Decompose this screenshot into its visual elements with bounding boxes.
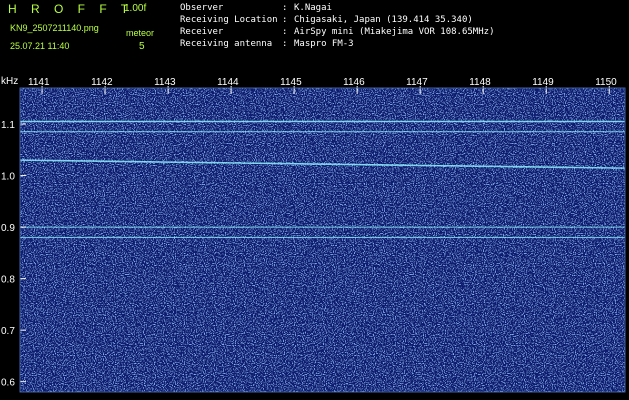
meteor-count: 5 <box>139 41 145 52</box>
location-value: Chigasaki, Japan (139.414 35.340) <box>294 15 473 25</box>
app-version: 1.00f <box>124 3 147 14</box>
timestamp: 25.07.21 11:40 <box>10 41 70 51</box>
receiver-label: Receiver <box>180 27 224 37</box>
meteor-label: meteor <box>126 28 155 38</box>
y-tick-label: 0.9 <box>1 223 15 234</box>
spectrogram-background <box>20 88 625 392</box>
spectrogram-chart: 1141 1142 1143 1144 1145 1146 1147 1148 1149 1150… <box>1 76 626 393</box>
x-tick-label: 1142 <box>91 77 113 88</box>
header-panel: H R O F F T 1.00f KN9_2507211140.png met… <box>0 0 629 75</box>
antenna-separator: : <box>282 39 288 49</box>
y-tick-label: 0.8 <box>1 275 15 286</box>
y-tick-label: 1.0 <box>1 172 15 183</box>
x-tick-label: 1149 <box>532 77 554 88</box>
antenna-value: Maspro FM-3 <box>294 39 354 49</box>
receiver-separator: : <box>282 27 288 37</box>
x-tick-label: 1148 <box>469 77 491 88</box>
x-tick-label: 1146 <box>343 77 365 88</box>
observer-separator: : <box>282 3 288 13</box>
location-label: Receiving Location <box>180 15 278 25</box>
antenna-label: Receiving antenna <box>180 39 273 49</box>
x-tick-label: 1145 <box>280 77 302 88</box>
app-brand: H R O F F T <box>8 2 134 16</box>
x-tick-label: 1150 <box>595 77 617 88</box>
y-tick-label: 0.6 <box>1 378 15 389</box>
x-tick-label: 1147 <box>406 77 428 88</box>
observer-value: K.Nagai <box>294 3 332 13</box>
x-tick-label: 1144 <box>217 77 239 88</box>
x-tick-label: 1141 <box>28 77 50 88</box>
file-name: KN9_2507211140.png <box>10 23 99 33</box>
location-separator: : <box>282 15 288 25</box>
x-tick-label: 1143 <box>154 77 176 88</box>
observer-label: Observer <box>180 3 224 13</box>
y-axis-label: kHz <box>1 76 18 87</box>
y-tick-label: 0.7 <box>1 326 15 337</box>
receiver-value: AirSpy mini (Miakejima VOR 108.65MHz) <box>294 27 495 37</box>
y-tick-label: 1.1 <box>1 120 15 131</box>
